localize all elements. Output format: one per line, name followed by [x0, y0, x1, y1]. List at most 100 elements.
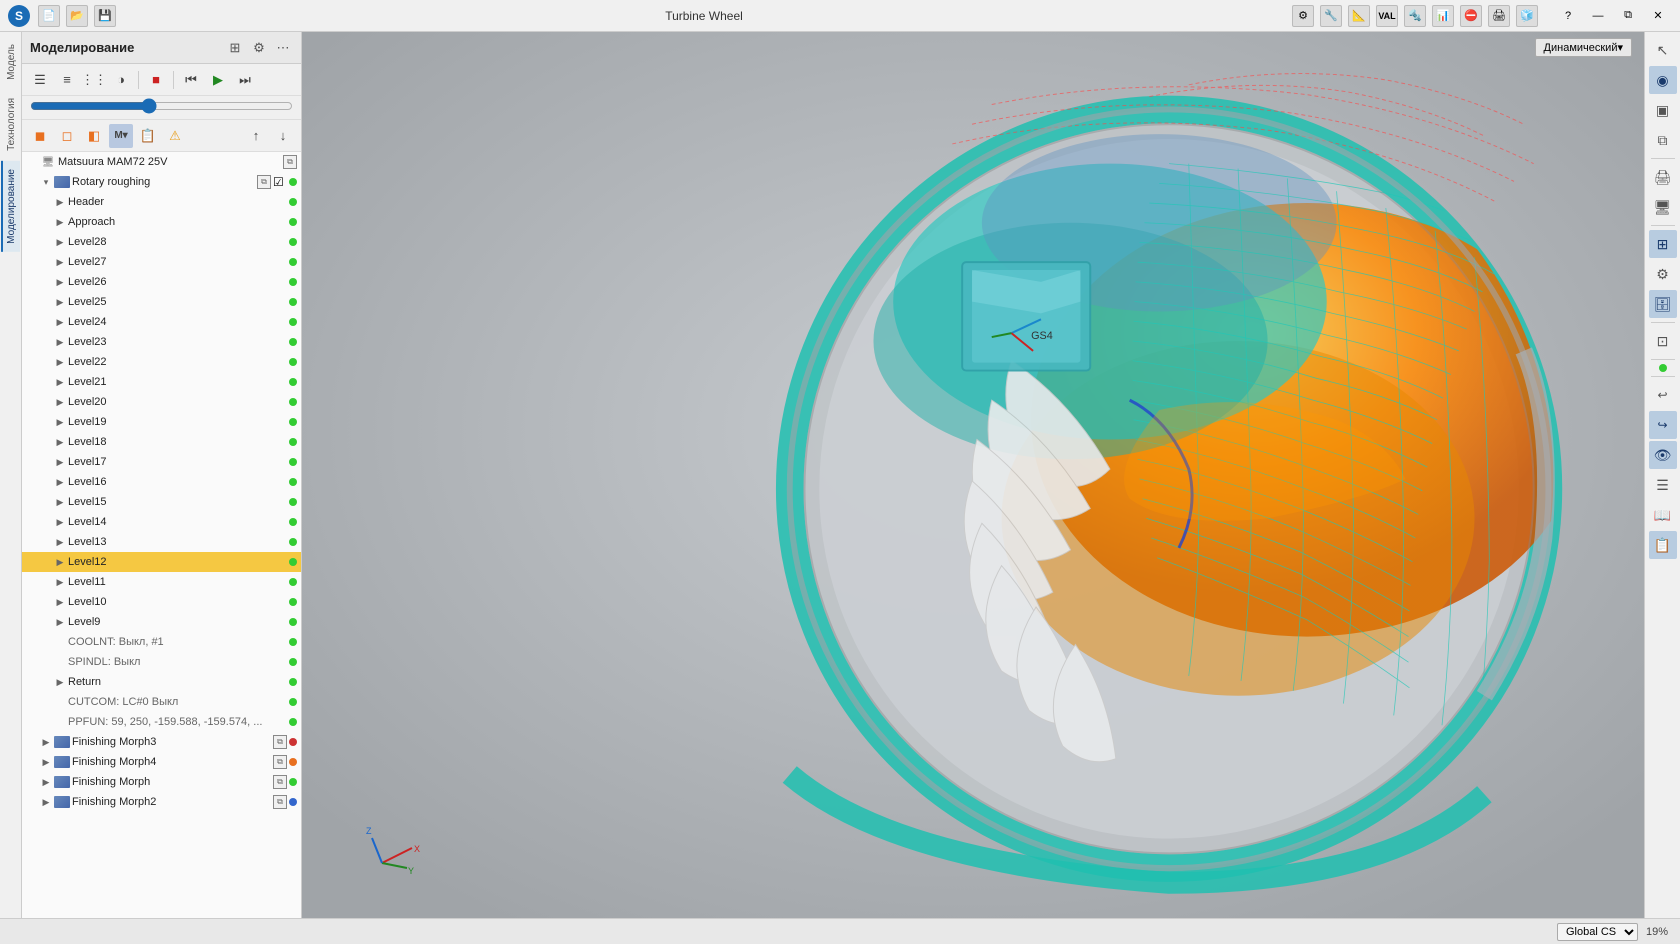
- tree-level25[interactable]: ▶Level25: [22, 292, 301, 312]
- toolbar-icon-6[interactable]: 📊: [1432, 5, 1454, 27]
- rs-monitor-icon[interactable]: 🖥: [1649, 193, 1677, 221]
- save-file-button[interactable]: 💾: [94, 5, 116, 27]
- status-dot: [289, 458, 297, 466]
- tree-coolnt[interactable]: COOLNT: Выкл, #1: [22, 632, 301, 652]
- dynamic-label: Динамический▾: [1544, 41, 1623, 54]
- tree-level28[interactable]: ▶Level28: [22, 232, 301, 252]
- tree-level10[interactable]: ▶Level10: [22, 592, 301, 612]
- level15-label: Level15: [68, 496, 287, 508]
- dynamic-view-button[interactable]: Динамический▾: [1535, 38, 1632, 57]
- 3d-viewport[interactable]: GS4 Динамический▾ X Y Z: [302, 32, 1644, 918]
- tree-approach[interactable]: ▶ Approach: [22, 212, 301, 232]
- rs-cursor-icon[interactable]: ↖: [1649, 36, 1677, 64]
- tree-level17[interactable]: ▶Level17: [22, 452, 301, 472]
- rs-print-icon[interactable]: 🖨: [1649, 163, 1677, 191]
- tree-return[interactable]: ▶ Return: [22, 672, 301, 692]
- sort-desc-button[interactable]: ↓: [271, 124, 295, 148]
- tree-level27[interactable]: ▶Level27: [22, 252, 301, 272]
- rs-book-icon[interactable]: 📖: [1649, 501, 1677, 529]
- sidebar-tab-modeling[interactable]: Моделирование: [1, 161, 20, 252]
- panel-icon-settings[interactable]: ⚙: [249, 38, 269, 58]
- list-flat-button[interactable]: ☰: [28, 68, 52, 92]
- shade-view-button[interactable]: ◧: [82, 124, 106, 148]
- tree-level18[interactable]: ▶Level18: [22, 432, 301, 452]
- tree-header[interactable]: ▶ Header: [22, 192, 301, 212]
- coordinate-system-select[interactable]: Global CS Local CS Work CS: [1557, 923, 1638, 941]
- sort-asc-button[interactable]: ↑: [244, 124, 268, 148]
- rs-square-view-icon[interactable]: ▣: [1649, 96, 1677, 124]
- tree-level14[interactable]: ▶Level14: [22, 512, 301, 532]
- toolbar-icon-4[interactable]: VAL: [1376, 5, 1398, 27]
- tree-level13[interactable]: ▶Level13: [22, 532, 301, 552]
- tree-cutcom[interactable]: CUTCOM: LC#0 Выкл: [22, 692, 301, 712]
- toolbar-icon-1[interactable]: ⚙: [1292, 5, 1314, 27]
- tree-level26[interactable]: ▶Level26: [22, 272, 301, 292]
- rs-settings-view-icon[interactable]: ⚙: [1649, 260, 1677, 288]
- highlight-button[interactable]: ◑: [109, 68, 133, 92]
- tree-level21[interactable]: ▶Level21: [22, 372, 301, 392]
- wire-view-button[interactable]: ◻: [55, 124, 79, 148]
- panel-icon-more[interactable]: ⋯: [273, 38, 293, 58]
- tree-finishing-morph2[interactable]: ▶ Finishing Morph2 ⧉: [22, 792, 301, 812]
- tree-ppfun[interactable]: PPFUN: 59, 250, -159.588, -159.574, ...: [22, 712, 301, 732]
- rs-eye-icon[interactable]: 👁: [1649, 441, 1677, 469]
- close-button[interactable]: ✕: [1644, 5, 1672, 27]
- sidebar-tab-model[interactable]: Модель: [1, 36, 20, 88]
- maximize-button[interactable]: ⧉: [1614, 5, 1642, 27]
- sidebar-tab-technology[interactable]: Технология: [1, 90, 20, 159]
- tree-finishing-morph3[interactable]: ▶ Finishing Morph3 ⧉: [22, 732, 301, 752]
- warn-button[interactable]: ⚠: [163, 124, 187, 148]
- tree-level23[interactable]: ▶Level23: [22, 332, 301, 352]
- toolbar-icon-2[interactable]: 🔧: [1320, 5, 1342, 27]
- toolbar-icon-7[interactable]: ⛔: [1460, 5, 1482, 27]
- tree-level24[interactable]: ▶Level24: [22, 312, 301, 332]
- solid-view-button[interactable]: ◼: [28, 124, 52, 148]
- rs-grid-icon[interactable]: ⊞: [1649, 230, 1677, 258]
- rs-zoom-fit-icon[interactable]: ⊡: [1649, 327, 1677, 355]
- rs-book2-icon[interactable]: 📋: [1649, 531, 1677, 559]
- next-end-button[interactable]: ⏭: [233, 68, 257, 92]
- tree-level20[interactable]: ▶Level20: [22, 392, 301, 412]
- tree-finishing-morph[interactable]: ▶ Finishing Morph ⧉: [22, 772, 301, 792]
- m-button[interactable]: M▾: [109, 124, 133, 148]
- rs-layers-icon[interactable]: ⧉: [1649, 126, 1677, 154]
- simulation-slider[interactable]: [30, 98, 293, 114]
- open-file-button[interactable]: 📂: [66, 5, 88, 27]
- tree-machine[interactable]: 🖥 Matsuura MAM72 25V ⧉: [22, 152, 301, 172]
- rs-circle-view-icon[interactable]: ◉: [1649, 66, 1677, 94]
- toolbar-icon-3[interactable]: 📐: [1348, 5, 1370, 27]
- tree-rotary-roughing[interactable]: ▾ Rotary roughing ⧉ ☑: [22, 172, 301, 192]
- play-button[interactable]: ▶: [206, 68, 230, 92]
- rs-undo-icon[interactable]: ↩: [1649, 381, 1677, 409]
- toolbar-icon-5[interactable]: 🔩: [1404, 5, 1426, 27]
- tree-finishing-morph4[interactable]: ▶ Finishing Morph4 ⧉: [22, 752, 301, 772]
- visibility-check[interactable]: ☑: [273, 175, 287, 189]
- axis-indicator: X Y Z: [362, 818, 422, 878]
- tree-level22[interactable]: ▶Level22: [22, 352, 301, 372]
- stop-button[interactable]: ■: [144, 68, 168, 92]
- level28-label: Level28: [68, 236, 287, 248]
- list2-button[interactable]: 📋: [136, 124, 160, 148]
- tree-level16[interactable]: ▶Level16: [22, 472, 301, 492]
- minimize-button[interactable]: —: [1584, 5, 1612, 27]
- rs-redo-icon[interactable]: ↪: [1649, 411, 1677, 439]
- help-button[interactable]: ?: [1554, 5, 1582, 27]
- panel-icon-grid[interactable]: ⊞: [225, 38, 245, 58]
- tree-level11[interactable]: ▶Level11: [22, 572, 301, 592]
- status-dot: [289, 538, 297, 546]
- tree-level9[interactable]: ▶Level9: [22, 612, 301, 632]
- tree-spindl[interactable]: SPINDL: Выкл: [22, 652, 301, 672]
- prev-button[interactable]: ⏮: [179, 68, 203, 92]
- list-indent-button[interactable]: ⋮⋮: [82, 68, 106, 92]
- rs-database-icon[interactable]: 🗄: [1649, 290, 1677, 318]
- rs-list-view-icon[interactable]: ☰: [1649, 471, 1677, 499]
- toolbar-icon-9[interactable]: 🧊: [1516, 5, 1538, 27]
- tree-level12[interactable]: ▶ Level12: [22, 552, 301, 572]
- new-file-button[interactable]: 📄: [38, 5, 60, 27]
- status-dot: [289, 198, 297, 206]
- tree-level15[interactable]: ▶Level15: [22, 492, 301, 512]
- tree-level19[interactable]: ▶Level19: [22, 412, 301, 432]
- status-dot: [289, 258, 297, 266]
- list-tree-button[interactable]: ≡: [55, 68, 79, 92]
- toolbar-icon-8[interactable]: 🖨: [1488, 5, 1510, 27]
